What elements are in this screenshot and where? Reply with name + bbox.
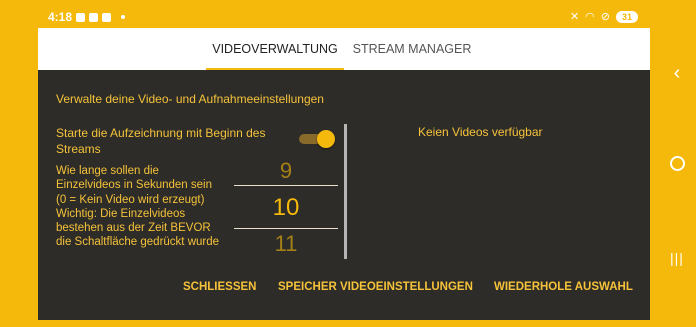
no-videos-message: Keien Videos verfügbar bbox=[418, 125, 543, 139]
recent-apps-icon[interactable]: ||| bbox=[658, 250, 696, 266]
duration-label-line: die Schaltfläche gedrückt wurde bbox=[56, 236, 220, 249]
wifi-icon: ◠ bbox=[585, 11, 595, 23]
status-right: ✕ ◠ ⊘ 31 bbox=[570, 10, 638, 23]
phone-frame: 4:18 ✕ ◠ ⊘ 31 VIDEOVERWALTUNG STREAM MAN… bbox=[0, 0, 696, 327]
duration-label-line: Einzelvideos in Sekunden sein bbox=[56, 179, 212, 192]
home-icon[interactable] bbox=[658, 156, 696, 176]
notification-icon bbox=[89, 12, 99, 22]
record-on-stream-start-toggle[interactable] bbox=[296, 129, 336, 149]
video-settings-dialog: VIDEOVERWALTUNG STREAM MANAGER Verwalte … bbox=[38, 28, 650, 320]
intro-text: Verwalte deine Video- und Aufnahmeeinste… bbox=[56, 92, 324, 106]
settings-panel: Verwalte deine Video- und Aufnahmeeinste… bbox=[38, 70, 650, 320]
record-on-stream-start-label: Starte die Aufzeichnung mit Beginn des S… bbox=[56, 126, 266, 156]
status-left: 4:18 bbox=[48, 10, 126, 24]
repeat-selection-button[interactable]: WIEDERHOLE AUSWAHL bbox=[494, 281, 633, 293]
more-notifications-icon bbox=[121, 15, 126, 19]
tab-videoverwaltung[interactable]: VIDEOVERWALTUNG bbox=[206, 28, 344, 70]
dialog-actions: SCHLIESSEN SPEICHER VIDEOEINSTELLUNGEN W… bbox=[38, 281, 650, 301]
tab-bar: VIDEOVERWALTUNG STREAM MANAGER bbox=[38, 28, 650, 70]
status-bar: 4:18 ✕ ◠ ⊘ 31 bbox=[38, 6, 650, 28]
video-duration-label: Wie lange sollen die Einzelvideos in Sek… bbox=[56, 164, 246, 250]
mute-icon: ✕ bbox=[569, 11, 580, 23]
picker-previous-value[interactable]: 9 bbox=[234, 158, 338, 184]
picker-next-value[interactable]: 11 bbox=[234, 231, 338, 257]
scrollbar[interactable] bbox=[344, 124, 347, 259]
duration-label-line: Wie lange sollen die bbox=[56, 165, 159, 177]
do-not-disturb-icon: ⊘ bbox=[600, 11, 610, 23]
picker-divider-bottom bbox=[234, 228, 338, 229]
back-icon[interactable]: ‹ bbox=[658, 62, 696, 85]
toggle-thumb bbox=[317, 130, 335, 148]
tab-stream-manager[interactable]: STREAM MANAGER bbox=[344, 28, 480, 70]
home-circle-icon bbox=[669, 156, 685, 171]
duration-number-picker[interactable]: 9 10 11 bbox=[234, 158, 338, 290]
duration-label-line: (0 = Kein Video wird erzeugt) bbox=[56, 193, 205, 206]
status-time: 4:18 bbox=[48, 10, 73, 24]
system-navigation-bar: ‹ ||| bbox=[658, 0, 696, 327]
save-video-settings-button[interactable]: SPEICHER VIDEOEINSTELLUNGEN bbox=[278, 281, 473, 293]
duration-label-line: Wichtig: Die Einzelvideos bbox=[56, 207, 186, 220]
close-button[interactable]: SCHLIESSEN bbox=[183, 281, 257, 293]
picker-divider-top bbox=[234, 185, 338, 186]
screenshot-icon bbox=[102, 12, 112, 22]
picker-selected-value[interactable]: 10 bbox=[234, 194, 338, 222]
duration-label-line: bestehen aus der Zeit BEVOR bbox=[56, 222, 211, 235]
message-icon bbox=[76, 12, 86, 22]
battery-indicator: 31 bbox=[616, 10, 638, 23]
